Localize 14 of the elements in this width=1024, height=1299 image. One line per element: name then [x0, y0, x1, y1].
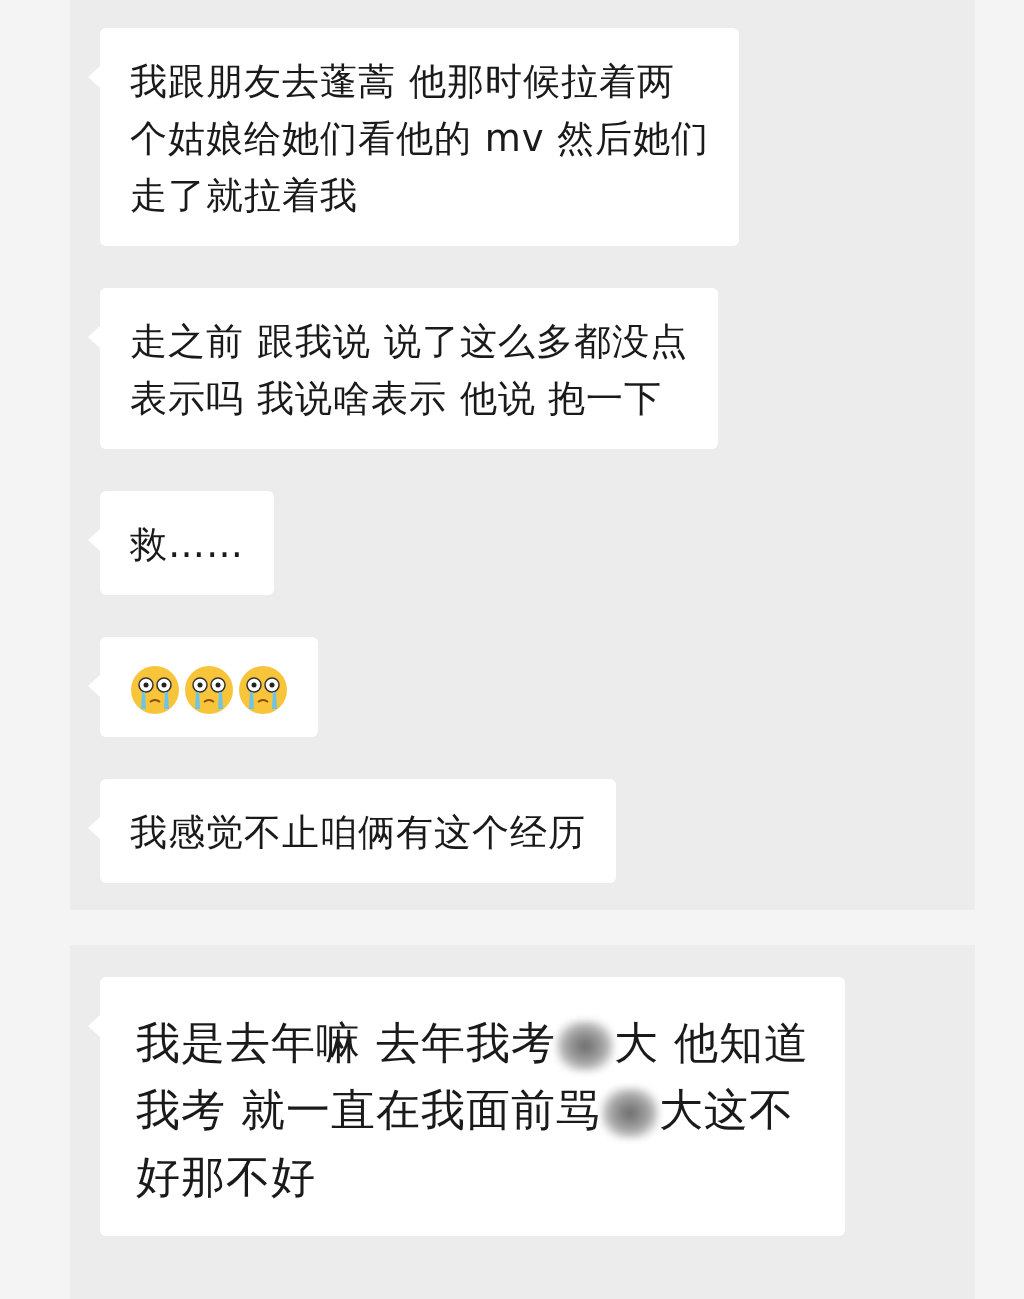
message-text: 我感觉不止咱俩有这个经历	[129, 810, 587, 856]
message-text: 走之前 跟我说 说了这么多都没点 表示吗 我说啥表示 他说 抱一下	[129, 319, 689, 422]
redaction-blur	[556, 1020, 614, 1072]
message-text: 救……	[129, 522, 245, 568]
message-text: 我考 就一直在我面前骂	[136, 1084, 601, 1135]
crying-emoji-icon	[130, 665, 180, 715]
redaction-blur	[601, 1087, 659, 1139]
message-text: 好那不好	[136, 1151, 316, 1202]
message-text: 大这不	[659, 1084, 794, 1135]
message-text: 我是去年嘛 去年我考	[136, 1017, 556, 1068]
message-text: 大 他知道	[614, 1017, 809, 1068]
message-text: 我跟朋友去蓬蒿 他那时候拉着两 个姑娘给她们看他的 mv 然后她们 走了就拉着我	[129, 59, 711, 219]
crying-emoji-icon	[238, 665, 288, 715]
crying-emoji-icon	[184, 665, 234, 715]
